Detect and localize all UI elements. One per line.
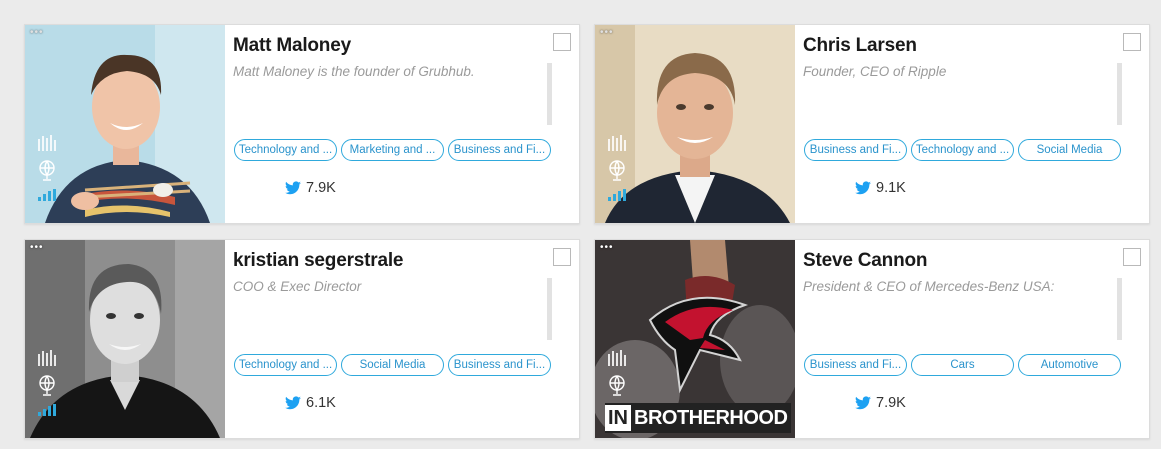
profile-photo[interactable]: ••• (25, 25, 225, 223)
bars-icon (38, 350, 56, 366)
profile-name[interactable]: Chris Larsen (803, 35, 917, 57)
globe-icon[interactable] (37, 159, 57, 181)
tag-pill[interactable]: Marketing and ... (341, 139, 444, 161)
description-scrollbar[interactable] (1117, 63, 1122, 125)
select-checkbox[interactable] (1123, 33, 1141, 51)
tag-pill[interactable]: Social Media (341, 354, 444, 376)
twitter-stat[interactable]: 6.1K (285, 395, 336, 411)
profile-name[interactable]: Matt Maloney (233, 35, 351, 57)
twitter-stat[interactable]: 7.9K (855, 395, 906, 411)
tag-list: Business and Fi... Technology and ... So… (804, 139, 1121, 161)
description-scrollbar[interactable] (547, 63, 552, 125)
signal-icon (38, 189, 56, 201)
tag-pill[interactable]: Technology and ... (234, 139, 337, 161)
bars-icon (608, 135, 626, 151)
menu-dots-icon[interactable]: ••• (30, 243, 44, 253)
profile-description: COO & Exec Director (233, 279, 362, 294)
globe-icon[interactable] (37, 374, 57, 396)
tag-pill[interactable]: Technology and ... (911, 139, 1014, 161)
photo-banner: IN BROTHERHOOD (605, 403, 792, 433)
tag-pill[interactable]: Social Media (1018, 139, 1121, 161)
signal-icon (608, 189, 626, 201)
select-checkbox[interactable] (1123, 248, 1141, 266)
twitter-followers-count: 7.9K (876, 395, 906, 411)
profile-photo[interactable]: ••• IN BROTHERHOOD (595, 240, 795, 438)
globe-icon[interactable] (607, 374, 627, 396)
tag-pill[interactable]: Business and Fi... (804, 139, 907, 161)
twitter-icon (855, 396, 871, 410)
twitter-followers-count: 7.9K (306, 180, 336, 196)
tag-list: Business and Fi... Cars Automotive (804, 354, 1121, 376)
globe-icon[interactable] (607, 159, 627, 181)
tag-pill[interactable]: Business and Fi... (804, 354, 907, 376)
description-scrollbar[interactable] (547, 278, 552, 340)
twitter-icon (855, 181, 871, 195)
tag-pill[interactable]: Business and Fi... (448, 354, 551, 376)
profile-description: Matt Maloney is the founder of Grubhub. (233, 64, 475, 79)
tag-list: Technology and ... Marketing and ... Bus… (234, 139, 551, 161)
banner-box-label: IN (605, 405, 631, 431)
profile-card[interactable]: ••• Chris Larsen Founder, CEO of Ripple … (594, 24, 1150, 224)
twitter-stat[interactable]: 9.1K (855, 180, 906, 196)
profile-description: Founder, CEO of Ripple (803, 64, 947, 79)
twitter-icon (285, 181, 301, 195)
tag-pill[interactable]: Technology and ... (234, 354, 337, 376)
select-checkbox[interactable] (553, 248, 571, 266)
profile-name[interactable]: kristian segerstrale (233, 250, 403, 272)
profile-name[interactable]: Steve Cannon (803, 250, 927, 272)
profile-card[interactable]: ••• kristian segerstrale COO & Exec Dire… (24, 239, 580, 439)
select-checkbox[interactable] (553, 33, 571, 51)
signal-icon (38, 404, 56, 416)
profile-photo[interactable]: ••• (595, 25, 795, 223)
menu-dots-icon[interactable]: ••• (600, 243, 614, 253)
bars-icon (608, 350, 626, 366)
twitter-icon (285, 396, 301, 410)
profile-description: President & CEO of Mercedes-Benz USA: (803, 279, 1055, 294)
tag-list: Technology and ... Social Media Business… (234, 354, 551, 376)
banner-text: BROTHERHOOD (634, 407, 788, 429)
twitter-followers-count: 9.1K (876, 180, 906, 196)
bars-icon (38, 135, 56, 151)
profile-photo[interactable]: ••• (25, 240, 225, 438)
tag-pill[interactable]: Business and Fi... (448, 139, 551, 161)
profile-card[interactable]: ••• IN BROTHERHOOD Steve Cannon Presiden… (594, 239, 1150, 439)
twitter-stat[interactable]: 7.9K (285, 180, 336, 196)
description-scrollbar[interactable] (1117, 278, 1122, 340)
tag-pill[interactable]: Automotive (1018, 354, 1121, 376)
menu-dots-icon[interactable]: ••• (600, 28, 614, 38)
menu-dots-icon[interactable]: ••• (30, 28, 44, 38)
profile-card[interactable]: ••• Matt Maloney Matt Maloney is the fou… (24, 24, 580, 224)
twitter-followers-count: 6.1K (306, 395, 336, 411)
tag-pill[interactable]: Cars (911, 354, 1014, 376)
